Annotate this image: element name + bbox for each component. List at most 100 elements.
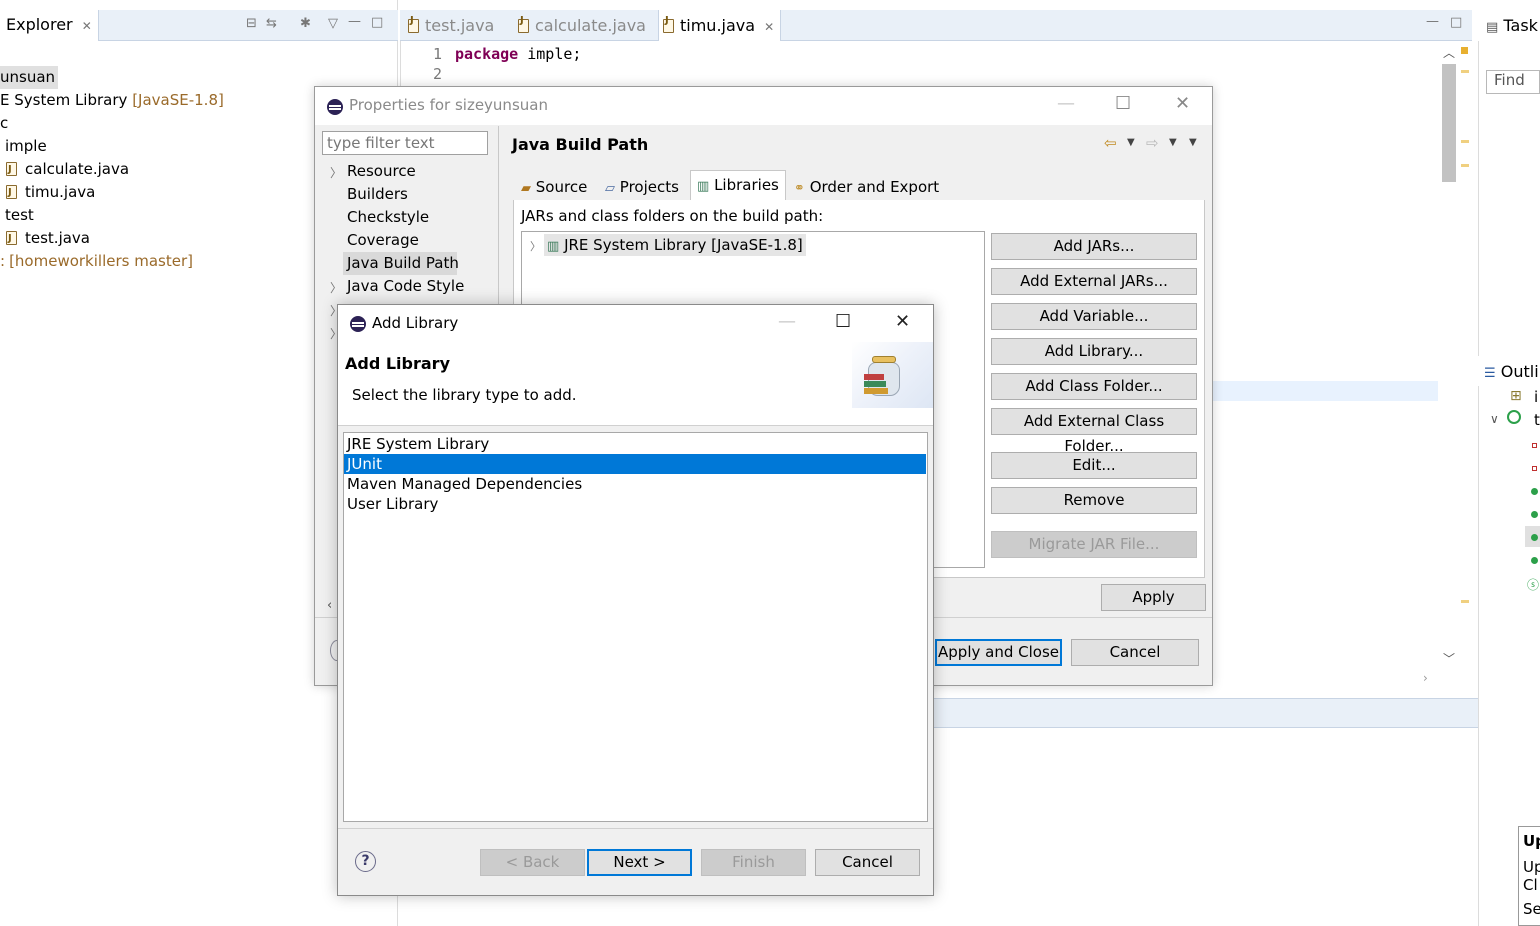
explorer-tab-label: Explorer [6, 15, 73, 34]
collapse-all-icon[interactable]: ⊟ [246, 16, 257, 31]
task-tab-bar: ▤ Task [1478, 10, 1540, 41]
overview-marker [1461, 164, 1469, 167]
migrate-jar-button[interactable]: Migrate JAR File... [991, 531, 1197, 558]
link-editor-icon[interactable]: ⇆ [266, 16, 277, 31]
maximize-icon[interactable]: ☐ [1115, 93, 1131, 114]
java-file-icon [663, 15, 674, 33]
book-green [864, 381, 886, 387]
minimize-icon[interactable]: — [348, 14, 361, 29]
add-external-jars-button[interactable]: Add External JARs... [991, 268, 1197, 295]
tab-order-and-export[interactable]: ⚭ Order and Export [788, 173, 945, 201]
chevron-right-icon[interactable]: 〉 [530, 238, 541, 254]
task-find-input[interactable]: Find [1486, 70, 1540, 94]
add-library-header-description: Select the library type to add. [352, 386, 577, 404]
code-line[interactable]: package imple; [455, 45, 581, 63]
private-field-icon [1532, 443, 1537, 448]
minimize-icon[interactable]: — [1426, 14, 1439, 29]
java-file-icon [6, 227, 17, 250]
tab-task-list[interactable]: ▤ Task [1478, 10, 1540, 41]
properties-title: Properties for sizeyunsuan [349, 96, 548, 114]
chevron-down-icon[interactable]: ▼ [1127, 137, 1135, 148]
add-variable-button[interactable]: Add Variable... [991, 303, 1197, 330]
library-type-junit[interactable]: JUnit [344, 454, 926, 474]
line-number: 2 [432, 65, 442, 83]
nav-item-java-code-style[interactable]: Java Code Style [347, 275, 464, 297]
chevron-right-icon[interactable]: 〉 [330, 279, 342, 296]
next-button[interactable]: Next > [587, 849, 692, 876]
minimize-icon[interactable]: — [1057, 93, 1075, 114]
close-icon[interactable]: ✕ [82, 19, 92, 33]
remove-button[interactable]: Remove [991, 487, 1197, 514]
cancel-button[interactable]: Cancel [815, 849, 920, 876]
help-icon[interactable]: ? [355, 851, 376, 872]
tab-source[interactable]: ▰ Source [515, 173, 593, 201]
add-jars-button[interactable]: Add JARs... [991, 233, 1197, 260]
public-method-icon [1531, 557, 1538, 564]
tab-timu-java[interactable]: timu.java ✕ [658, 10, 782, 41]
tree-item-project[interactable]: unsuan [0, 66, 59, 89]
view-menu-icon[interactable]: ▽ [328, 16, 338, 31]
maximize-icon[interactable]: ☐ [835, 311, 851, 332]
close-icon[interactable]: ✕ [764, 20, 774, 34]
nav-item-coverage[interactable]: Coverage [347, 229, 419, 251]
chevron-right-icon[interactable]: 〉 [330, 164, 342, 181]
library-type-maven[interactable]: Maven Managed Dependencies [344, 474, 926, 494]
minimize-icon[interactable]: — [778, 311, 796, 332]
maximize-icon[interactable]: □ [371, 15, 383, 30]
eclipse-logo-icon [350, 316, 366, 332]
apply-button[interactable]: Apply [1101, 584, 1206, 611]
chevron-down-icon[interactable]: ∨ [1490, 412, 1499, 426]
tree-item-package-imple[interactable]: imple [5, 135, 47, 158]
forward-arrow-icon[interactable]: ⇨ [1146, 134, 1159, 152]
type-filter-input[interactable]: type filter text [322, 131, 488, 155]
view-menu-icon[interactable]: ▼ [1189, 137, 1197, 148]
outline-icon: ☰ [1484, 366, 1496, 381]
add-library-button[interactable]: Add Library... [991, 338, 1197, 365]
back-arrow-icon[interactable]: ⇦ [1104, 134, 1117, 152]
nav-item-builders[interactable]: Builders [347, 183, 408, 205]
tab-outline[interactable]: ☰ Outli [1478, 356, 1540, 386]
line-number: 1 [432, 45, 442, 63]
back-button[interactable]: < Back [480, 849, 585, 876]
tab-projects[interactable]: ▱ Projects [599, 173, 685, 201]
scroll-up-icon[interactable]: ︿ [1443, 44, 1455, 61]
scroll-down-icon[interactable]: ﹀ [1443, 650, 1455, 667]
edit-button[interactable]: Edit... [991, 452, 1197, 479]
close-icon[interactable]: ✕ [1175, 93, 1190, 114]
tree-item-jre-library[interactable]: E System Library [JavaSE-1.8] [0, 89, 224, 112]
filter-icon[interactable]: ✱ [300, 16, 311, 31]
library-type-user[interactable]: User Library [344, 494, 926, 514]
nav-scroll-left-icon[interactable]: ‹ [327, 598, 332, 613]
chevron-down-icon[interactable]: ▼ [1169, 137, 1177, 148]
jars-label: JARs and class folders on the build path… [521, 207, 824, 225]
tree-item-test-java[interactable]: test.java [6, 227, 90, 250]
add-external-class-folder-button[interactable]: Add External Class Folder... [991, 408, 1197, 455]
tree-item-git-repo[interactable]: : [homeworkillers master] [0, 250, 193, 273]
finish-button[interactable]: Finish [701, 849, 806, 876]
add-library-window-title: Add Library [372, 314, 459, 332]
library-type-jre[interactable]: JRE System Library [344, 434, 926, 454]
tab-test-java[interactable]: test.java [406, 10, 502, 41]
explorer-tab[interactable]: Explorer ✕ [0, 10, 99, 41]
nav-item-checkstyle[interactable]: Checkstyle [347, 206, 429, 228]
tab-calculate-java[interactable]: calculate.java [516, 10, 654, 41]
apply-and-close-button[interactable]: Apply and Close [935, 639, 1062, 666]
build-path-entry[interactable]: ▥ JRE System Library [JavaSE-1.8] [544, 234, 806, 256]
maximize-icon[interactable]: □ [1450, 15, 1462, 30]
properties-title-bar: Properties for sizeyunsuan — ☐ ✕ [315, 87, 1212, 125]
add-class-folder-button[interactable]: Add Class Folder... [991, 373, 1197, 400]
cancel-button[interactable]: Cancel [1071, 639, 1199, 666]
tree-item-package-test[interactable]: test [5, 204, 34, 227]
explorer-tab-bar: Explorer ✕ ⊟ ⇆ ✱ ▽ — □ [0, 10, 398, 41]
nav-item-resource[interactable]: Resource [347, 160, 416, 182]
nav-item-java-build-path[interactable]: Java Build Path [347, 252, 459, 274]
tree-item-src-folder[interactable]: c [0, 112, 8, 135]
tab-libraries[interactable]: ▥ Libraries [690, 170, 786, 201]
outline-item-label: i [1534, 388, 1539, 406]
scrollbar-thumb[interactable] [1442, 64, 1456, 182]
tree-item-timu-java[interactable]: timu.java [6, 181, 95, 204]
tree-item-calculate-java[interactable]: calculate.java [6, 158, 129, 181]
update-notification-popup[interactable]: Up Up Cl Se [1518, 826, 1540, 926]
scroll-right-icon[interactable]: › [1423, 671, 1428, 685]
close-icon[interactable]: ✕ [895, 311, 910, 332]
